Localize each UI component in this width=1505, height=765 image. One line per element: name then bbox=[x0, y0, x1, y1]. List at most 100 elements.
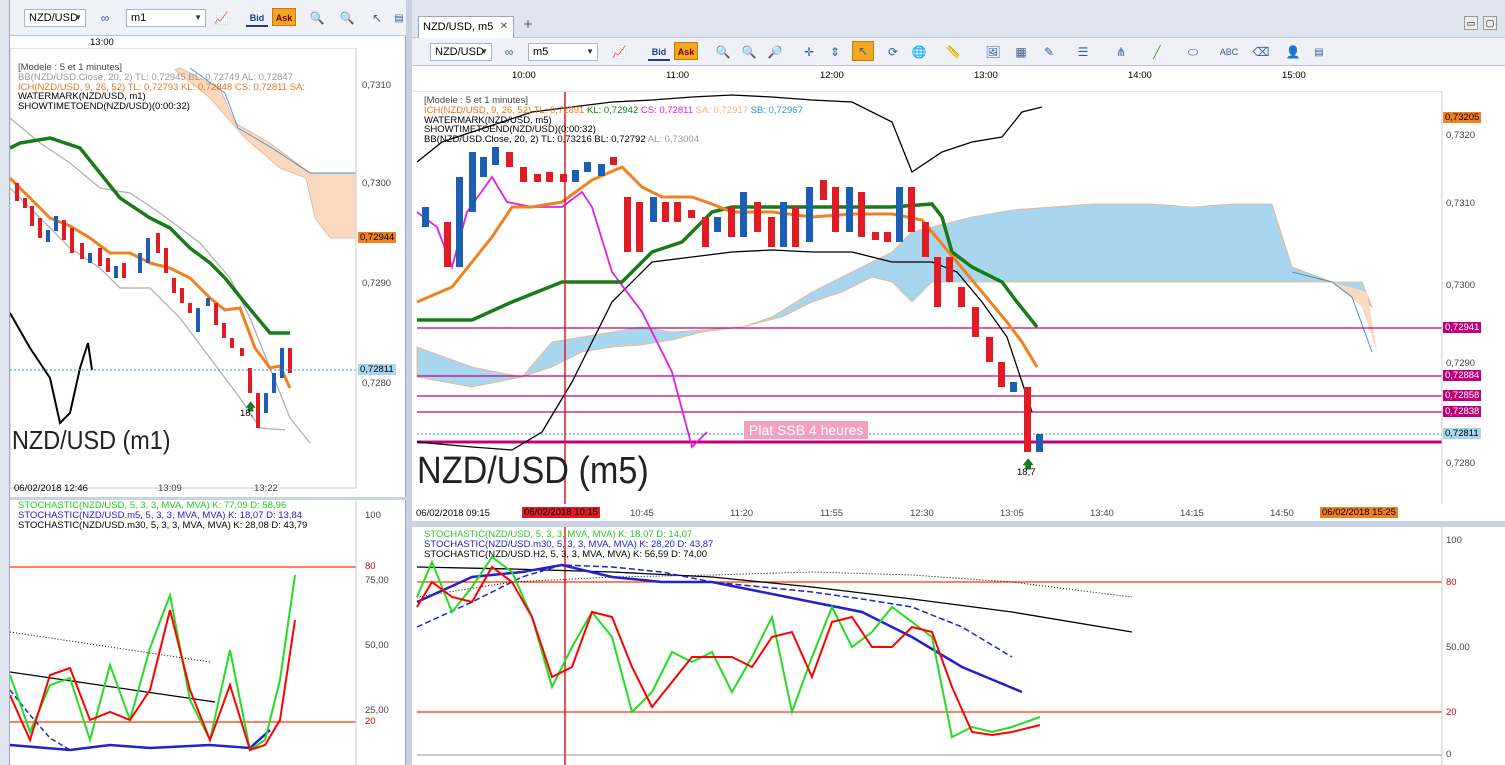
chart-type-icon[interactable]: 📈 bbox=[608, 42, 630, 62]
left-stoch-level-25: 25,00 bbox=[365, 705, 389, 716]
right-price-label-1: 0,7310 bbox=[1446, 198, 1476, 209]
maximize-icon[interactable]: ▢ bbox=[1483, 16, 1497, 30]
ruler-icon[interactable]: 📏 bbox=[942, 42, 964, 62]
right-price-label-0: 0,7320 bbox=[1446, 130, 1476, 141]
right-stoch-level-20: 20 bbox=[1446, 707, 1457, 718]
zoom-out-icon[interactable]: 🔍 bbox=[336, 8, 358, 28]
right-price-chart[interactable] bbox=[412, 92, 1505, 504]
fit-icon[interactable]: ⇕ bbox=[824, 42, 846, 62]
cursor-icon[interactable]: ↖ bbox=[366, 8, 388, 28]
right-top-time-1: 11:00 bbox=[666, 70, 690, 81]
right-legend-ich-d: SA: 0,72917 bbox=[695, 104, 748, 116]
left-symbol-select[interactable]: NZD/USD ▼ bbox=[24, 9, 86, 27]
ellipse-icon[interactable]: ⬭ bbox=[1182, 42, 1204, 62]
user-icon[interactable]: 👤 bbox=[1282, 42, 1304, 62]
left-current-badge: 0,72811 bbox=[358, 364, 396, 375]
drawing-icon[interactable]: ✎ bbox=[1038, 42, 1060, 62]
refresh-icon[interactable]: ⟳ bbox=[882, 42, 904, 62]
left-bid-button[interactable]: Bid bbox=[246, 9, 268, 27]
left-stoch-level-75: 75,00 bbox=[365, 575, 389, 586]
line-style-icon[interactable]: ☰ bbox=[1072, 42, 1094, 62]
left-price-label-3: 0,7280 bbox=[362, 378, 392, 389]
right-tab-bar: NZD/USD, m5 ✕ + ▭ ▢ bbox=[412, 0, 1505, 38]
right-legend-ich-b: KL: 0,72942 bbox=[586, 104, 639, 116]
right-time-label-7: 13:40 bbox=[1090, 508, 1114, 519]
indicators-icon[interactable]: ▦ bbox=[1010, 42, 1032, 62]
left-toolbar: NZD/USD ▼ ∞ m1 ▼ 📈 Bid Ask 🔍 🔍 ↖ ▤ bbox=[10, 0, 406, 36]
menu-icon[interactable]: ▤ bbox=[1308, 42, 1330, 62]
left-legend: [Modele : 5 et 1 minutes] BB(NZD/USD.Clo… bbox=[18, 63, 305, 112]
right-toolbar: NZD/USD ▼ ∞ m5 ▼ 📈 Bid Ask 🔍 🔍 🔎 ✛ ⇕ ↖ ⟳ 🌐… bbox=[412, 38, 1505, 66]
trend-line-icon[interactable]: ╱ bbox=[1146, 42, 1168, 62]
pitchfork-icon[interactable]: ⋔ bbox=[1110, 42, 1132, 62]
right-badge-level-2: 0,72884 bbox=[1443, 370, 1482, 381]
left-price-label-2: 0,7290 bbox=[362, 278, 392, 289]
left-stochastic-chart[interactable] bbox=[10, 500, 406, 765]
minimize-icon[interactable]: ▭ bbox=[1464, 16, 1478, 30]
left-time-label-0: 06/02/2018 12:46 bbox=[14, 483, 88, 494]
right-bid-button[interactable]: Bid bbox=[648, 43, 670, 61]
right-time-label-9: 14:50 bbox=[1270, 508, 1294, 519]
globe-icon[interactable]: 🌐 bbox=[908, 42, 930, 62]
eraser-icon[interactable]: ⌫ bbox=[1250, 42, 1272, 62]
left-top-time: 13:00 bbox=[90, 37, 114, 48]
annotation-label[interactable]: Plat SSB 4 heures bbox=[744, 421, 869, 439]
left-stoch-level-80: 80 bbox=[365, 561, 376, 572]
left-time-label-2: 13:22 bbox=[254, 483, 278, 494]
right-ask-button[interactable]: Ask bbox=[674, 42, 698, 60]
left-time-label-1: 13:09 bbox=[158, 483, 182, 494]
right-legend: [Modele : 5 et 1 minutes] ICH(NZD/USD, 9… bbox=[424, 96, 803, 145]
right-badge-ssb: 0,73205 bbox=[1443, 112, 1482, 123]
zoom-in-icon[interactable]: 🔍 bbox=[306, 8, 328, 28]
chain-link-icon[interactable]: ∞ bbox=[94, 8, 116, 28]
image-icon[interactable]: 🖼 bbox=[982, 42, 1004, 62]
right-timeframe-value: m5 bbox=[533, 46, 549, 58]
chain-link-icon[interactable]: ∞ bbox=[498, 42, 520, 62]
chevron-down-icon: ▼ bbox=[586, 47, 594, 56]
tab-title: NZD/USD, m5 bbox=[423, 21, 494, 33]
left-ich-badge: 0,72944 bbox=[358, 232, 397, 243]
right-legend-bb: BB(NZD/USD.Close, 20, 2) TL: 0,73216 BL:… bbox=[424, 135, 803, 145]
right-time-label-5: 12:30 bbox=[910, 508, 934, 519]
left-timeframe-select[interactable]: m1 ▼ bbox=[126, 9, 206, 27]
add-tab-button[interactable]: + bbox=[518, 16, 538, 36]
left-symbol-value: NZD/USD bbox=[29, 12, 78, 24]
right-chart-window: NZD/USD, m5 ✕ + ▭ ▢ NZD/USD ▼ ∞ m5 ▼ 📈 Bid … bbox=[412, 0, 1505, 765]
right-legend-bb-b: AL: 0,73004 bbox=[647, 134, 699, 146]
chevron-down-icon: ▼ bbox=[74, 13, 82, 22]
right-timeframe-select[interactable]: m5 ▼ bbox=[528, 43, 598, 61]
left-stoch-level-20: 20 bbox=[365, 716, 376, 727]
right-top-time-3: 13:00 bbox=[974, 70, 998, 81]
right-stochastic-chart[interactable] bbox=[412, 527, 1505, 765]
right-stoch-level-100: 100 bbox=[1446, 535, 1462, 546]
close-icon[interactable]: ✕ bbox=[500, 17, 508, 37]
magnifier-icon[interactable]: 🔎 bbox=[764, 42, 786, 62]
left-edge-panel bbox=[0, 0, 10, 765]
chevron-down-icon: ▼ bbox=[194, 13, 202, 22]
tab-nzdusd-m5[interactable]: NZD/USD, m5 ✕ bbox=[418, 16, 514, 38]
right-stoch-level-80: 80 bbox=[1446, 577, 1457, 588]
left-timeframe-value: m1 bbox=[131, 12, 147, 24]
zoom-in-icon[interactable]: 🔍 bbox=[712, 42, 734, 62]
right-time-label-0: 06/02/2018 09:15 bbox=[416, 508, 490, 519]
right-stoch-legend-c: STOCHASTIC(NZD/USD.H2, 5, 3, 3, MVA, MVA… bbox=[424, 548, 707, 560]
right-price-label-3: 0,7290 bbox=[1446, 358, 1476, 369]
zoom-out-icon[interactable]: 🔍 bbox=[738, 42, 760, 62]
left-price-label-1: 0,7300 bbox=[362, 178, 392, 189]
left-chart-window: NZD/USD▼ ∞ m1▼ 📈 Bid Ask 🔍 🔍 ↖ ▤ 13:00 bbox=[10, 0, 406, 765]
right-symbol-select[interactable]: NZD/USD ▼ bbox=[430, 43, 492, 61]
right-time-label-10: 06/02/2018 15:25 bbox=[1320, 507, 1398, 518]
left-signal-label: 18, bbox=[240, 408, 254, 419]
chart-type-icon[interactable]: 📈 bbox=[210, 8, 232, 28]
left-stoch-legend-c: STOCHASTIC(NZD/USD.m30, 5, 3, 3, MVA, MV… bbox=[18, 519, 308, 531]
left-ask-button[interactable]: Ask bbox=[272, 8, 296, 26]
left-stoch-level-100: 100 bbox=[365, 510, 381, 521]
crosshair-icon[interactable]: ✛ bbox=[798, 42, 820, 62]
left-watermark: NZD/USD (m1) bbox=[12, 425, 171, 455]
right-price-label-2: 0,7300 bbox=[1446, 280, 1476, 291]
cursor-icon[interactable]: ↖ bbox=[852, 41, 874, 61]
left-price-label-0: 0,7310 bbox=[362, 80, 392, 91]
right-badge-level-1: 0,72941 bbox=[1443, 322, 1482, 333]
text-icon[interactable]: ABC bbox=[1218, 42, 1240, 62]
right-time-label-6: 13:05 bbox=[1000, 508, 1024, 519]
